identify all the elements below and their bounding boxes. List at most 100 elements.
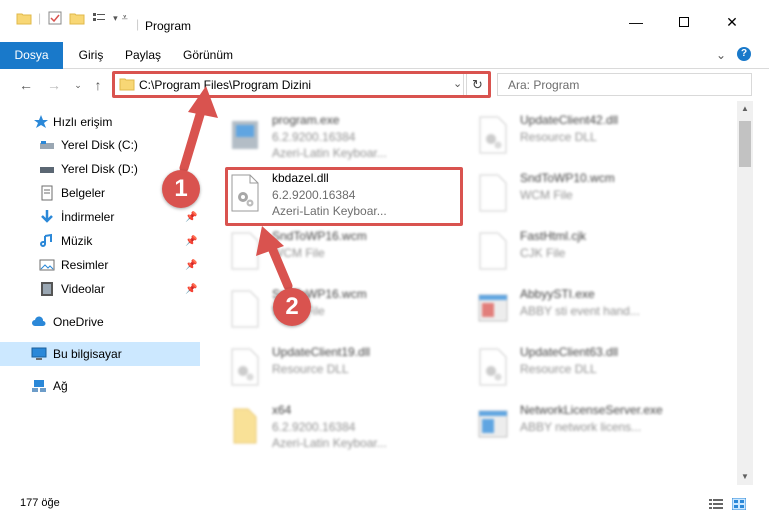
folder-icon [233,408,257,444]
pin-icon[interactable]: 📌 [185,212,197,223]
address-path: C:\Program Files\Program Dizini [139,78,312,92]
sidebar-item-label: Bu bilgisayar [53,347,122,361]
forward-button[interactable]: → [46,76,62,94]
recent-locations-icon[interactable]: ⌄ [70,76,86,94]
file-detail: 6.2.9200.16384 [272,188,356,202]
file-name: SndToWP16.wcm [272,229,367,243]
sidebar-item-quick-access[interactable]: Hızlı erişim [0,110,200,134]
sidebar-item-local-disk-c[interactable]: Yerel Disk (C:) [0,133,200,157]
scroll-down-icon[interactable]: ▼ [737,469,753,485]
sidebar-item-music[interactable]: Müzik 📌 [0,229,200,253]
help-icon[interactable]: ? [737,47,751,61]
vertical-scrollbar[interactable]: ▲ ▼ [737,101,753,485]
sidebar-item-downloads[interactable]: İndirmeler 📌 [0,205,200,229]
customize-toolbar-icon[interactable]: ⩡ [122,12,128,25]
sidebar-item-label: İndirmeler [61,210,115,224]
file-item[interactable]: FastHtml.cjk CJK File [466,225,706,283]
sidebar-item-onedrive[interactable]: OneDrive [0,310,200,334]
cloud-icon [32,316,46,326]
sidebar-item-network[interactable]: Ağ [0,374,200,398]
file-icon [231,232,259,270]
step-badge-2: 2 [273,288,311,326]
maximize-button[interactable] [676,14,692,30]
file-item[interactable]: NetworkLicenseServer.exe ABBY network li… [466,399,706,457]
music-icon [40,233,52,247]
file-item-kbdazel[interactable]: kbdazel.dll 6.2.9200.16384 Azeri-Latin K… [218,167,458,225]
sidebar-item-pictures[interactable]: Resimler 📌 [0,253,200,277]
up-button[interactable]: ↑ [90,76,106,94]
view-options-icon[interactable] [91,10,107,26]
status-bar: 177 öğe [0,488,769,525]
file-detail: Resource DLL [520,130,597,144]
pin-icon[interactable]: 📌 [185,260,197,271]
file-detail: Resource DLL [272,362,349,376]
dll-file-icon [479,348,507,386]
ribbon-tabs: Dosya Giriş Paylaş Görünüm ⌄ [0,42,769,69]
separator: | [38,11,42,25]
file-item[interactable]: UpdateClient63.dll Resource DLL [466,341,706,399]
refresh-button[interactable]: ↻ [466,73,489,96]
navigation-pane: Hızlı erişim Yerel Disk (C:) Yerel Disk … [0,105,206,485]
file-item[interactable]: AbbyySTI.exe ABBY sti event hand... [466,283,706,341]
file-detail: Azeri-Latin Keyboar... [272,146,387,160]
scroll-thumb[interactable] [739,121,751,167]
file-detail: Azeri-Latin Keyboar... [272,436,387,450]
file-name: kbdazel.dll [272,171,329,185]
expand-ribbon-icon[interactable]: ⌄ [716,48,726,62]
file-item[interactable]: program.exe 6.2.9200.16384 Azeri-Latin K… [218,109,458,167]
scroll-up-icon[interactable]: ▲ [737,101,753,117]
refresh-icon: ↻ [472,77,483,92]
chevron-down-icon[interactable]: ⌄ [453,77,462,90]
back-button[interactable]: ← [18,76,34,94]
sidebar-item-this-pc[interactable]: Bu bilgisayar [0,342,200,366]
dll-file-icon [231,174,259,212]
search-input[interactable]: Ara: Program [497,73,752,96]
close-button[interactable]: ✕ [724,14,740,30]
exe-file-icon [478,410,508,438]
details-view-icon[interactable] [709,498,723,510]
new-folder-icon[interactable] [69,10,85,26]
chevron-down-icon[interactable]: ▾ [113,13,118,24]
download-icon [41,210,53,223]
file-item[interactable]: x64 6.2.9200.16384 Azeri-Latin Keyboar..… [218,399,458,457]
item-count: 177 öğe [20,497,60,509]
sidebar-item-videos[interactable]: Videolar 📌 [0,277,200,301]
video-icon [41,282,53,296]
file-detail: WCM File [520,188,573,202]
sidebar-item-label: Müzik [61,234,93,248]
drive-icon [40,167,54,173]
minimize-icon: — [629,14,643,30]
tiles-view-icon[interactable] [732,498,746,510]
exe-file-icon [478,294,508,322]
tab-home[interactable]: Giriş [68,42,114,69]
address-bar[interactable]: C:\Program Files\Program Dizini ⌄ [114,73,464,96]
file-name: NetworkLicenseServer.exe [520,403,663,417]
file-name: AbbyySTI.exe [520,287,595,301]
computer-icon [31,347,47,360]
file-item[interactable]: UpdateClient42.dll Resource DLL [466,109,706,167]
sidebar-item-label: Ağ [53,379,68,393]
documents-icon [41,185,53,201]
tab-file[interactable]: Dosya [0,42,63,69]
minimize-button[interactable]: — [628,14,644,30]
file-item[interactable]: SndToWP16.wcm WCM File [218,225,458,283]
file-detail: CJK File [520,246,566,260]
file-item[interactable]: UpdateClient19.dll Resource DLL [218,341,458,399]
file-icon [479,174,507,212]
exe-file-icon [232,121,258,149]
tab-share[interactable]: Paylaş [118,42,168,69]
pin-icon[interactable]: 📌 [185,284,197,295]
tab-view[interactable]: Görünüm [176,42,240,69]
file-detail: 6.2.9200.16384 [272,130,356,144]
pin-icon[interactable]: 📌 [185,236,197,247]
title-bar: | ▾ ⩡ | Program — ✕ [0,0,769,42]
file-name: FastHtml.cjk [520,229,586,243]
folder-icon[interactable] [16,10,32,26]
file-detail: Resource DLL [520,362,597,376]
dll-file-icon [479,116,507,154]
file-item[interactable]: SndToWP10.wcm WCM File [466,167,706,225]
file-item[interactable]: SndToWP16.wcm WCM File [218,283,458,341]
properties-icon[interactable] [47,10,63,26]
close-icon: ✕ [726,13,738,30]
window-title: Program [145,19,192,33]
